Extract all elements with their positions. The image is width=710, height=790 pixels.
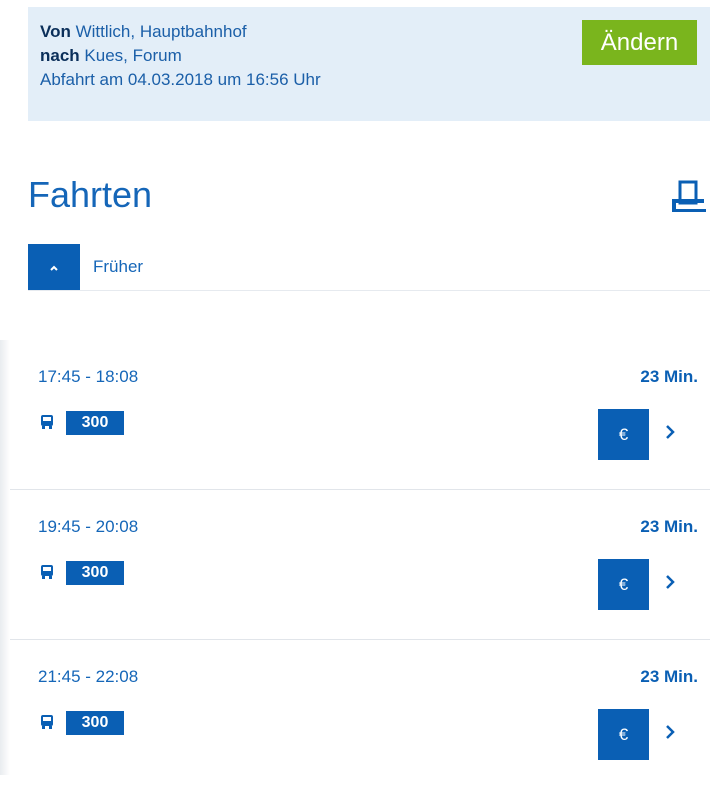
bus-icon <box>41 565 53 579</box>
trip-time: 21:45 - 22:08 <box>38 667 139 686</box>
line-badge: 300 <box>66 561 124 585</box>
line-badge: 300 <box>66 711 124 735</box>
line-badge: 300 <box>66 411 124 435</box>
fare-button[interactable]: € <box>598 709 649 760</box>
chevron-up-icon <box>50 265 58 271</box>
printer-icon[interactable] <box>668 178 710 220</box>
trip-row[interactable]: 19:45 - 20:08 23 Min. 300 € <box>10 490 710 640</box>
from-value: Wittlich, Hauptbahnhof <box>75 22 247 41</box>
to-label: nach <box>40 46 80 65</box>
trip-duration: 23 Min. <box>640 367 698 386</box>
from-label: Von <box>40 22 71 41</box>
change-button[interactable]: Ändern <box>582 20 697 65</box>
fare-button[interactable]: € <box>598 559 649 610</box>
trip-row[interactable]: 21:45 - 22:08 23 Min. 300 € <box>10 640 710 790</box>
fare-button[interactable]: € <box>598 409 649 460</box>
departure-text: Abfahrt am 04.03.2018 um 16:56 Uhr <box>40 70 321 89</box>
chevron-right-icon[interactable] <box>662 721 678 743</box>
trip-time: 19:45 - 20:08 <box>38 517 139 536</box>
trip-time: 17:45 - 18:08 <box>38 367 139 386</box>
trip-duration: 23 Min. <box>640 517 698 536</box>
list-edge <box>0 340 10 775</box>
trip-duration: 23 Min. <box>640 667 698 686</box>
divider <box>28 290 710 291</box>
chevron-right-icon[interactable] <box>662 571 678 593</box>
bus-icon <box>41 415 53 429</box>
to-value: Kues, Forum <box>84 46 182 65</box>
earlier-link[interactable]: Früher <box>93 257 143 277</box>
earlier-button[interactable] <box>28 244 80 291</box>
chevron-right-icon[interactable] <box>662 421 678 443</box>
trip-row[interactable]: 17:45 - 18:08 23 Min. 300 € <box>10 340 710 490</box>
page-title: Fahrten <box>28 174 153 215</box>
bus-icon <box>41 715 53 729</box>
